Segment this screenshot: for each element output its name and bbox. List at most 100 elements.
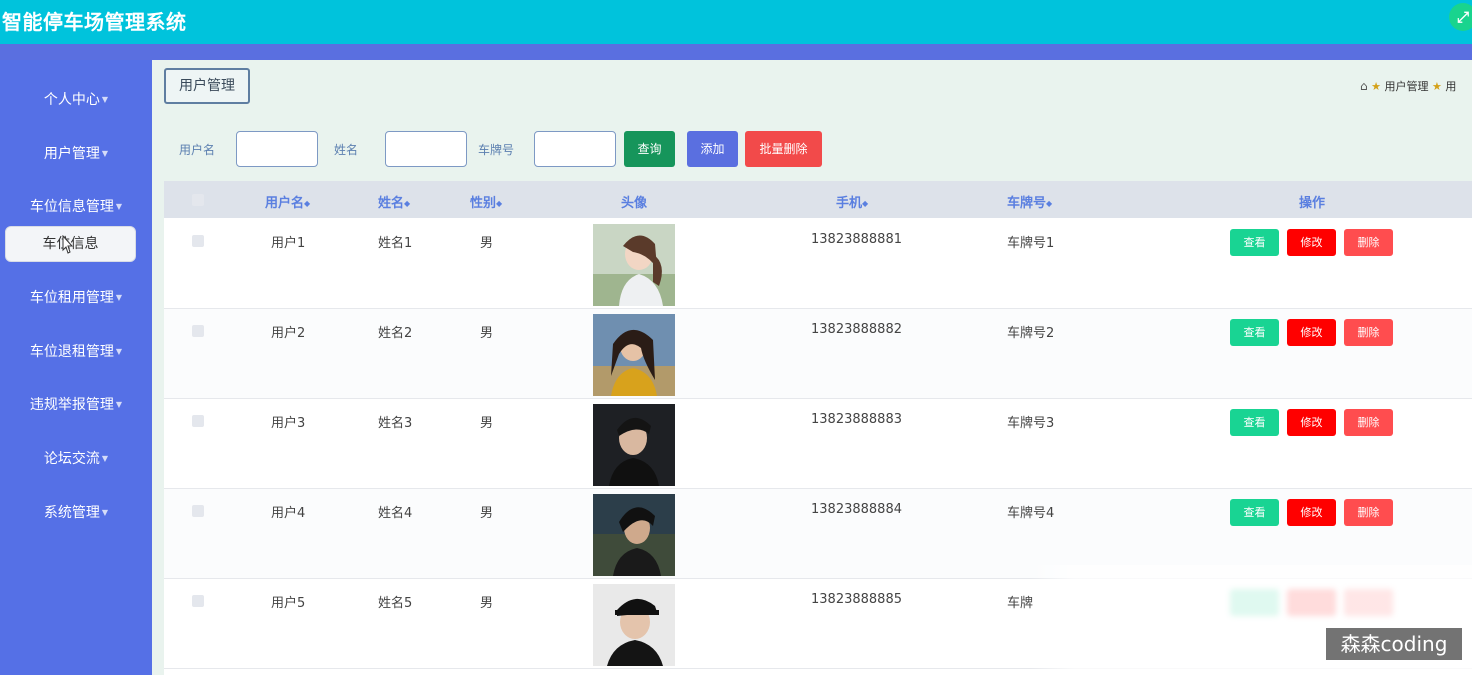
row-checkbox[interactable]	[192, 415, 204, 427]
cell-username: 用户4	[271, 506, 306, 521]
cell-plate: 车牌号1	[1007, 236, 1055, 251]
cell-gender: 男	[480, 416, 494, 431]
app-title: 智能停车场管理系统	[2, 10, 187, 34]
cell-gender: 男	[480, 506, 494, 521]
tab-user-management[interactable]: 用户管理	[164, 68, 250, 104]
watermark: 森森coding	[1326, 628, 1462, 660]
chevron-down-icon: ▼	[101, 149, 109, 158]
avatar[interactable]	[593, 224, 675, 306]
cell-username: 用户3	[271, 416, 306, 431]
cell-plate: 车牌号4	[1007, 506, 1055, 521]
cell-name: 姓名5	[378, 596, 413, 611]
cell-phone: 13823888884	[811, 502, 902, 517]
delete-button[interactable]: 删除	[1344, 409, 1393, 436]
breadcrumb-item-current: 用	[1445, 80, 1457, 93]
sidebar: 个人中心▼ 用户管理▼ 车位信息管理▼ 车位信息 车位租用管理▼ 车位退租管理▼…	[0, 60, 152, 675]
cell-username: 用户2	[271, 326, 306, 341]
view-button[interactable]: 查看	[1230, 499, 1279, 526]
table-row: 用户3 姓名3 男 13823888883 车牌号3 查看 修改 删除	[164, 399, 1472, 489]
delete-button[interactable]: 删除	[1344, 499, 1393, 526]
home-icon[interactable]: ⌂	[1360, 79, 1368, 93]
cell-username: 用户5	[271, 596, 306, 611]
header-username[interactable]: 用户名◆	[265, 192, 310, 211]
header-avatar: 头像	[621, 196, 648, 211]
cell-phone: 13823888885	[811, 592, 902, 607]
header-gender[interactable]: 性别◆	[470, 192, 502, 211]
header-name[interactable]: 姓名◆	[378, 192, 410, 211]
breadcrumb-item-user-management[interactable]: 用户管理	[1385, 80, 1429, 93]
sort-icon: ◆	[496, 199, 503, 208]
delete-button[interactable]: 删除	[1344, 319, 1393, 346]
cell-phone: 13823888881	[811, 232, 902, 247]
row-checkbox[interactable]	[192, 595, 204, 607]
top-bar: 智能停车场管理系统 ⤢	[0, 0, 1472, 44]
name-input[interactable]	[385, 131, 467, 167]
chevron-down-icon: ▼	[101, 454, 109, 463]
bulk-delete-button[interactable]: 批量删除	[745, 131, 822, 167]
sidebar-item-parking-info-management[interactable]: 车位信息管理 ▼	[0, 193, 152, 221]
cell-name: 姓名2	[378, 326, 413, 341]
sidebar-item-parking-rental-management[interactable]: 车位租用管理 ▼	[0, 284, 152, 312]
cell-plate: 车牌号2	[1007, 326, 1055, 341]
username-label: 用户名	[179, 143, 216, 157]
table-row: 用户2 姓名2 男 13823888882 车牌号2 查看 修改 删除	[164, 309, 1472, 399]
sidebar-item-personal-center[interactable]: 个人中心 ▼	[0, 86, 152, 114]
avatar[interactable]	[593, 494, 675, 576]
query-button[interactable]: 查询	[624, 131, 675, 167]
chevron-down-icon: ▼	[115, 400, 123, 409]
cell-plate: 车牌号3	[1007, 416, 1055, 431]
header-band	[0, 44, 1472, 60]
cell-gender: 男	[480, 236, 494, 251]
plate-label: 车牌号	[478, 143, 515, 157]
cell-phone: 13823888882	[811, 322, 902, 337]
row-checkbox[interactable]	[192, 235, 204, 247]
cell-gender: 男	[480, 326, 494, 341]
cell-phone: 13823888883	[811, 412, 902, 427]
avatar[interactable]	[593, 404, 675, 486]
chevron-down-icon: ▼	[115, 293, 123, 302]
cell-name: 姓名3	[378, 416, 413, 431]
username-input[interactable]	[236, 131, 318, 167]
cell-name: 姓名4	[378, 506, 413, 521]
cell-gender: 男	[480, 596, 494, 611]
edit-button[interactable]: 修改	[1287, 499, 1336, 526]
edit-button[interactable]: 修改	[1287, 229, 1336, 256]
sort-icon: ◆	[862, 199, 869, 208]
sidebar-item-forum[interactable]: 论坛交流 ▼	[0, 445, 152, 473]
star-icon: ★	[1371, 80, 1381, 93]
table-row: 用户1 姓名1 男 13823888881 车牌号1 查看 修改 删除	[164, 219, 1472, 309]
name-label: 姓名	[334, 143, 359, 157]
view-button[interactable]: 查看	[1230, 229, 1279, 256]
sidebar-item-user-management[interactable]: 用户管理 ▼	[0, 140, 152, 168]
table-header: 用户名◆ 姓名◆ 性别◆ 头像 手机◆ 车牌号◆ 操作	[164, 181, 1472, 218]
chevron-down-icon: ▼	[101, 508, 109, 517]
row-checkbox[interactable]	[192, 325, 204, 337]
view-button[interactable]: 查看	[1230, 409, 1279, 436]
header-phone[interactable]: 手机◆	[836, 192, 868, 211]
delete-button[interactable]: 删除	[1344, 229, 1393, 256]
fullscreen-icon[interactable]: ⤢	[1449, 3, 1472, 31]
avatar[interactable]	[593, 584, 675, 666]
sidebar-item-system-management[interactable]: 系统管理 ▼	[0, 499, 152, 527]
sort-icon: ◆	[1046, 199, 1053, 208]
sort-icon: ◆	[304, 199, 311, 208]
header-actions: 操作	[1299, 196, 1326, 211]
select-all-checkbox[interactable]	[192, 194, 204, 206]
star-icon: ★	[1432, 80, 1442, 93]
mouse-cursor-icon	[62, 235, 74, 254]
plate-input[interactable]	[534, 131, 616, 167]
chevron-down-icon: ▼	[115, 347, 123, 356]
header-plate[interactable]: 车牌号◆	[1007, 192, 1052, 211]
sort-icon: ◆	[404, 199, 411, 208]
row-checkbox[interactable]	[192, 505, 204, 517]
avatar[interactable]	[593, 314, 675, 396]
cell-username: 用户1	[271, 236, 306, 251]
chevron-down-icon: ▼	[101, 95, 109, 104]
add-button[interactable]: 添加	[687, 131, 738, 167]
sidebar-item-violation-report-management[interactable]: 违规举报管理 ▼	[0, 391, 152, 419]
sidebar-item-parking-return-management[interactable]: 车位退租管理 ▼	[0, 338, 152, 366]
view-button[interactable]: 查看	[1230, 319, 1279, 346]
breadcrumb: ⌂ ★ 用户管理 ★ 用	[1360, 78, 1456, 94]
edit-button[interactable]: 修改	[1287, 409, 1336, 436]
edit-button[interactable]: 修改	[1287, 319, 1336, 346]
